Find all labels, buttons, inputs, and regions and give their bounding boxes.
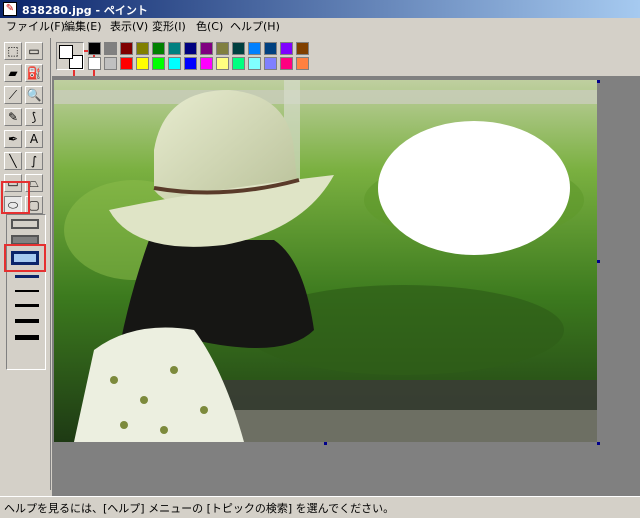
brush-icon[interactable]: ⟆ xyxy=(25,108,43,126)
status-bar: ヘルプを見るには、[ヘルプ] メニューの [トピックの検索] を選んでください。 xyxy=(0,496,640,518)
palette-swatch[interactable] xyxy=(184,42,197,55)
palette-swatch[interactable] xyxy=(152,42,165,55)
palette-swatch[interactable] xyxy=(264,57,277,70)
resize-handle-right[interactable] xyxy=(597,260,600,263)
line-width-4[interactable] xyxy=(15,319,39,323)
palette-swatch[interactable] xyxy=(152,57,165,70)
paint-app-icon[interactable]: ✎ xyxy=(3,2,17,16)
palette-swatch[interactable] xyxy=(248,57,261,70)
palette-swatch[interactable] xyxy=(136,57,149,70)
palette-swatch[interactable] xyxy=(120,57,133,70)
palette-swatch[interactable] xyxy=(200,42,213,55)
palette-swatch[interactable] xyxy=(120,42,133,55)
palette-swatch[interactable] xyxy=(168,42,181,55)
palette-swatch[interactable] xyxy=(88,42,101,55)
curve-icon[interactable]: ∫ xyxy=(25,152,43,170)
palette-swatch[interactable] xyxy=(280,57,293,70)
palette-swatch[interactable] xyxy=(216,42,229,55)
palette-swatch[interactable] xyxy=(136,42,149,55)
pencil-icon[interactable]: ✎ xyxy=(4,108,22,126)
tool-options-panel xyxy=(6,214,46,370)
current-colors-indicator[interactable] xyxy=(56,42,84,70)
palette-swatch[interactable] xyxy=(248,42,261,55)
drawing-canvas[interactable] xyxy=(54,80,597,442)
rect-select-icon[interactable]: ▭ xyxy=(25,42,43,60)
palette-swatch[interactable] xyxy=(232,42,245,55)
palette-swatch[interactable] xyxy=(280,42,293,55)
palette-swatch[interactable] xyxy=(104,57,117,70)
highlight-ellipse-tool xyxy=(1,181,30,214)
fill-option-outline[interactable] xyxy=(11,219,39,229)
menu-file[interactable]: ファイル(F) xyxy=(4,20,67,34)
photo-image xyxy=(54,80,597,442)
magnifier-icon[interactable]: 🔍 xyxy=(25,86,43,104)
eraser-icon[interactable]: ▰ xyxy=(4,64,22,82)
foreground-color-swatch xyxy=(59,45,73,59)
palette-swatch[interactable] xyxy=(296,42,309,55)
window-title: 838280.jpg - ペイント xyxy=(22,4,148,17)
fill-bucket-icon[interactable]: ⛽ xyxy=(25,64,43,82)
resize-handle-top-right[interactable] xyxy=(597,80,600,83)
menu-colors[interactable]: 色(C) xyxy=(194,20,225,34)
drawn-ellipse xyxy=(378,121,570,255)
line-width-3[interactable] xyxy=(15,304,39,307)
palette-swatch[interactable] xyxy=(216,57,229,70)
palette-swatch[interactable] xyxy=(200,57,213,70)
free-select-icon[interactable]: ⬚ xyxy=(4,42,22,60)
palette-swatch[interactable] xyxy=(104,42,117,55)
title-bar[interactable]: ✎ 838280.jpg - ペイント xyxy=(0,0,640,18)
airbrush-icon[interactable]: ✒ xyxy=(4,130,22,148)
highlight-fill-option xyxy=(4,244,46,272)
palette-swatch[interactable] xyxy=(264,42,277,55)
color-palette xyxy=(52,38,640,74)
line-icon[interactable]: ╲ xyxy=(4,152,22,170)
palette-swatch[interactable] xyxy=(232,57,245,70)
palette-swatch[interactable] xyxy=(88,57,101,70)
status-text: ヘルプを見るには、[ヘルプ] メニューの [トピックの検索] を選んでください。 xyxy=(4,502,395,515)
menu-help[interactable]: ヘルプ(H) xyxy=(228,20,282,34)
palette-swatch[interactable] xyxy=(168,57,181,70)
menu-bar: ファイル(F) 編集(E) 表示(V) 変形(I) 色(C) ヘルプ(H) xyxy=(0,18,640,36)
resize-handle-bottom-right[interactable] xyxy=(597,442,600,445)
canvas-workspace[interactable] xyxy=(52,76,640,496)
line-width-5[interactable] xyxy=(15,335,39,340)
resize-handle-bottom[interactable] xyxy=(324,442,327,445)
line-width-1[interactable] xyxy=(15,275,39,278)
color-picker-icon[interactable]: ⟋ xyxy=(4,86,22,104)
menu-image[interactable]: 変形(I) xyxy=(150,20,188,34)
line-width-2[interactable] xyxy=(15,290,39,292)
menu-view[interactable]: 表示(V) xyxy=(108,20,150,34)
palette-swatch[interactable] xyxy=(296,57,309,70)
palette-swatch[interactable] xyxy=(184,57,197,70)
text-icon[interactable]: A xyxy=(25,130,43,148)
menu-edit[interactable]: 編集(E) xyxy=(62,20,104,34)
